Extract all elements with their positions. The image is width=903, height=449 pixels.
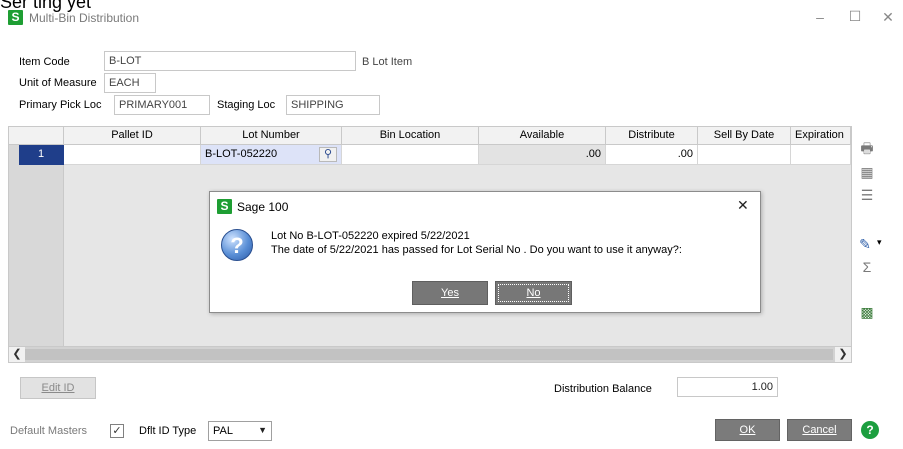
staging-loc-label: Staging Loc <box>217 99 276 111</box>
staging-loc-field[interactable]: SHIPPING <box>286 95 380 115</box>
col-header-sell-by-date[interactable]: Sell By Date <box>698 127 791 145</box>
question-icon: ? <box>221 229 253 261</box>
scrollbar-thumb[interactable] <box>25 349 833 360</box>
primary-pick-loc-label: Primary Pick Loc <box>19 99 102 111</box>
dflt-id-type-label: Dflt ID Type <box>139 425 197 437</box>
yes-button[interactable]: Yes <box>412 281 488 305</box>
cell-bin-location[interactable] <box>342 145 479 165</box>
col-header-pallet-id[interactable]: Pallet ID <box>64 127 201 145</box>
col-header-bin-location[interactable]: Bin Location <box>342 127 479 145</box>
edit-id-label: Edit ID <box>41 382 75 394</box>
print-icon[interactable]: 🖶 <box>858 139 876 157</box>
help-icon[interactable]: ? <box>861 421 879 439</box>
col-header-expiration[interactable]: Expiration <box>791 127 851 145</box>
yes-label: Yes <box>441 287 459 299</box>
no-button[interactable]: No <box>495 281 572 305</box>
dialog-message-line2: The date of 5/22/2021 has passed for Lot… <box>271 244 682 256</box>
cell-available: .00 <box>479 145 606 165</box>
delete-row-icon[interactable]: ☰ <box>858 186 876 204</box>
item-code-label: Item Code <box>19 56 70 68</box>
dialog-title: Sage 100 <box>237 200 289 214</box>
sum-icon[interactable]: Σ <box>858 258 876 276</box>
close-icon[interactable]: ✕ <box>880 10 896 26</box>
bin-lookup-icon[interactable]: ▩ <box>858 303 876 321</box>
edit-id-button[interactable]: Edit ID <box>20 377 96 399</box>
cell-pallet-id[interactable] <box>64 145 201 165</box>
unit-of-measure-label: Unit of Measure <box>19 77 97 89</box>
distribution-balance-field: 1.00 <box>677 377 778 397</box>
cancel-label: Cancel <box>802 424 837 436</box>
dialog-sage-logo-icon: S <box>217 199 232 214</box>
minimize-icon[interactable]: – <box>812 10 828 26</box>
expired-lot-dialog: S Sage 100 ✕ ? Lot No B-LOT-052220 expir… <box>209 191 761 313</box>
no-label: No <box>526 287 541 299</box>
dialog-message-line1: Lot No B-LOT-052220 expired 5/22/2021 <box>271 230 470 242</box>
scroll-left-icon[interactable]: ❮ <box>9 347 25 362</box>
default-masters-label: Default Masters <box>10 425 88 437</box>
grid-corner-header <box>9 127 64 145</box>
dflt-id-type-select[interactable]: PAL ▼ <box>208 421 272 441</box>
col-header-lot-number[interactable]: Lot Number <box>201 127 342 145</box>
default-masters-checkbox[interactable]: ✓ <box>110 424 124 438</box>
cancel-button[interactable]: Cancel <box>787 419 852 441</box>
item-code-field[interactable]: B-LOT <box>104 51 356 71</box>
row-number[interactable]: 1 <box>19 145 64 165</box>
cell-lot-number[interactable]: B-LOT-052220 ⚲ <box>201 145 342 165</box>
distribution-balance-label: Distribution Balance <box>554 383 652 395</box>
cell-expiration[interactable] <box>791 145 851 165</box>
lot-number-value: B-LOT-052220 <box>205 148 278 160</box>
col-header-available[interactable]: Available <box>479 127 606 145</box>
maximize-icon[interactable]: ☐ <box>847 9 863 25</box>
sage-logo-icon: S <box>8 10 23 25</box>
customizer-dropdown-icon[interactable]: ▾ <box>877 237 882 248</box>
scroll-right-icon[interactable]: ❯ <box>835 347 851 362</box>
grid-settings-icon[interactable]: ▦ <box>858 163 876 181</box>
col-header-distribute[interactable]: Distribute <box>606 127 698 145</box>
unit-of-measure-field[interactable]: EACH <box>104 73 156 93</box>
lot-lookup-magnifier-icon[interactable]: ⚲ <box>319 147 337 162</box>
customizer-icon[interactable]: ✎ <box>856 235 874 253</box>
cell-distribute[interactable]: .00 <box>606 145 698 165</box>
dropdown-arrow-icon: ▼ <box>258 425 267 435</box>
ok-button[interactable]: OK <box>715 419 780 441</box>
ok-label: OK <box>739 424 756 436</box>
cell-sell-by-date[interactable] <box>698 145 791 165</box>
dflt-id-type-value: PAL <box>213 425 233 437</box>
item-description: B Lot Item <box>362 56 413 68</box>
dialog-close-icon[interactable]: ✕ <box>737 197 749 214</box>
window-title: Multi-Bin Distribution <box>29 11 140 25</box>
primary-pick-loc-field[interactable]: PRIMARY001 <box>114 95 210 115</box>
horizontal-scrollbar[interactable]: ❮ ❯ <box>9 346 851 362</box>
